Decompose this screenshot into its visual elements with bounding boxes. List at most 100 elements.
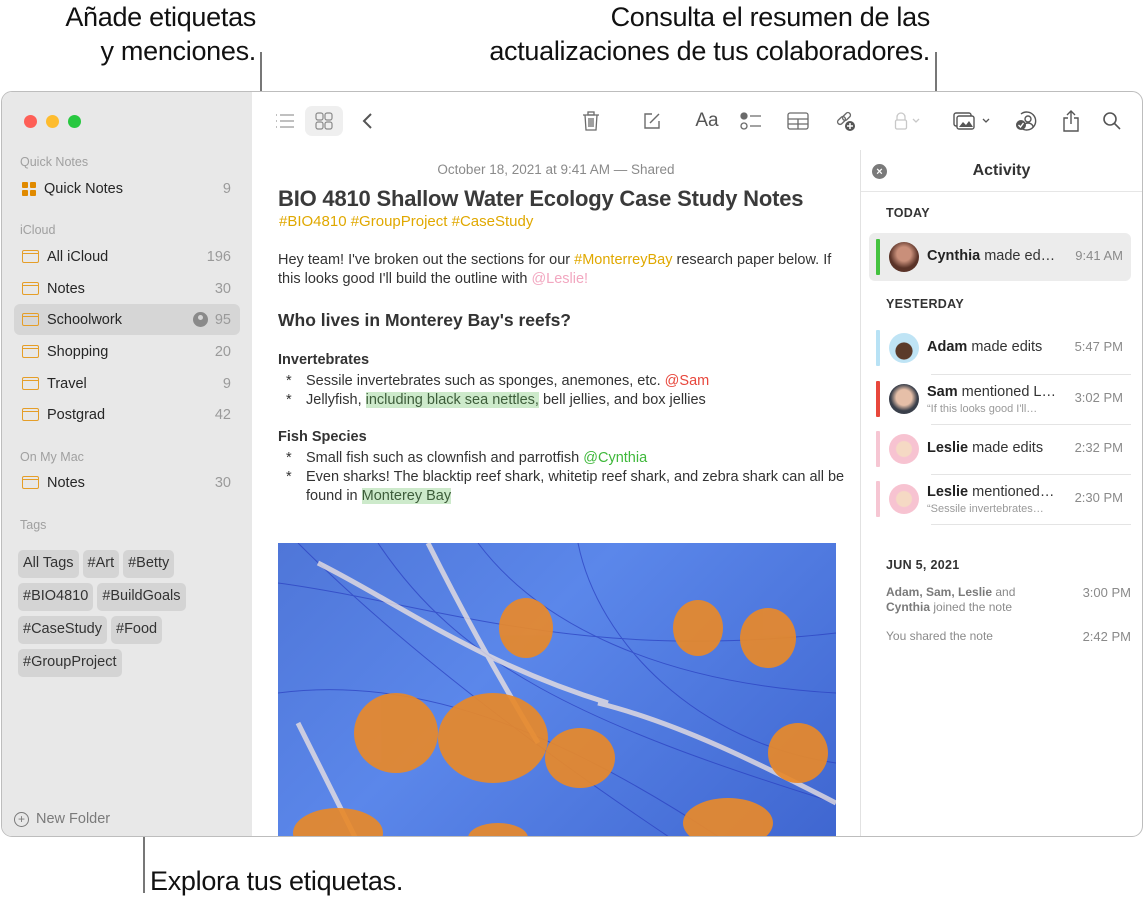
jellyfish-photo[interactable] [278, 543, 836, 836]
gallery-view-button[interactable] [305, 106, 343, 136]
sidebar-item-mac-notes[interactable]: Notes 30 [14, 467, 240, 498]
sidebar-item-label: Shopping [47, 343, 109, 360]
activity-action: made edits [967, 339, 1043, 355]
section-invertebrates: Invertebrates [278, 352, 370, 368]
activity-item[interactable]: Cynthia made ed… 9:41 AM [869, 233, 1131, 281]
list-item: * Even sharks! The blacktip reef shark, … [286, 468, 846, 506]
collaborator-name: Adam [927, 339, 968, 355]
activity-action: joined the note [930, 600, 1013, 614]
list-view-icon [276, 114, 294, 128]
bullet: * [286, 373, 292, 389]
activity-collaborators-icon [1016, 111, 1037, 131]
search-button[interactable] [1100, 106, 1124, 136]
list-view-button[interactable] [272, 106, 298, 136]
hashtag-montereybay[interactable]: #MonterreyBay [574, 252, 672, 268]
activity-quote: “Sessile invertebrates… [927, 503, 1044, 515]
sidebar-item-count: 196 [206, 248, 231, 265]
activity-time: 3:02 PM [1074, 390, 1123, 405]
folder-icon [21, 282, 39, 295]
activity-header: × Activity [861, 150, 1142, 192]
text: and [992, 585, 1016, 599]
section-header-on-my-mac: On My Mac [20, 450, 84, 464]
sidebar-item-shopping[interactable]: Shopping 20 [14, 336, 240, 367]
tag-art[interactable]: #Art [82, 550, 120, 578]
group-header-jun-5-2021: JUN 5, 2021 [886, 558, 960, 572]
tag-betty[interactable]: #Betty [123, 550, 175, 578]
minimize-window-button[interactable] [46, 115, 59, 128]
activity-item: You shared the note 2:42 PM [886, 629, 1131, 644]
sidebar-item-all-icloud[interactable]: All iCloud 196 [14, 241, 240, 272]
callout-line: actualizaciones de tus colaboradores. [489, 36, 930, 66]
activity-item[interactable]: Leslie mentioned… “Sessile invertebrates… [869, 475, 1131, 523]
delete-button[interactable] [578, 106, 604, 136]
table-button[interactable] [785, 106, 811, 136]
collaborate-button[interactable] [832, 106, 858, 136]
callout-line: Añade etiquetas [65, 2, 256, 32]
group-header-today: TODAY [886, 206, 930, 220]
tag-buildgoals[interactable]: #BuildGoals [97, 583, 186, 611]
new-folder-button[interactable]: + New Folder [14, 811, 110, 827]
section-header-icloud: iCloud [20, 223, 56, 237]
jellyfish-illustration [278, 543, 836, 836]
activity-quote: “If this looks good I'll… [927, 403, 1038, 415]
text: Small fish such as clownfish and parrotf… [306, 450, 584, 466]
sidebar-item-postgrad[interactable]: Postgrad 42 [14, 399, 240, 430]
tag-all-tags[interactable]: All Tags [18, 550, 79, 578]
toolbar: Aa [252, 92, 1142, 150]
tag-groupproject[interactable]: #GroupProject [18, 649, 122, 677]
media-button[interactable] [950, 106, 996, 136]
sidebar-item-count: 95 [214, 311, 231, 328]
share-icon [1063, 110, 1079, 132]
checklist-icon [740, 112, 761, 130]
close-window-button[interactable] [24, 115, 37, 128]
activity-item[interactable]: Sam mentioned L… “If this looks good I'l… [869, 375, 1131, 423]
highlighted-edit: Monterey Bay [361, 488, 452, 504]
activity-item[interactable]: Adam made edits 5:47 PM [869, 324, 1131, 372]
sidebar-item-count: 20 [214, 343, 231, 360]
lock-button[interactable] [888, 106, 928, 136]
collaborator-color-bar [876, 431, 880, 467]
activity-time: 2:42 PM [1082, 629, 1131, 644]
activity-collaborators-button[interactable] [1014, 106, 1040, 136]
mention-leslie[interactable]: @Leslie! [531, 271, 588, 287]
activity-action: You shared the note [886, 629, 993, 643]
sidebar-item-schoolwork[interactable]: Schoolwork 95 [14, 304, 240, 335]
search-icon [1103, 112, 1121, 130]
zoom-window-button[interactable] [68, 115, 81, 128]
tag-bio4810[interactable]: #BIO4810 [18, 583, 94, 611]
sidebar-item-count: 9 [222, 180, 231, 197]
activity-item[interactable]: Leslie made edits 2:32 PM [869, 425, 1131, 473]
collaborate-link-icon [836, 111, 855, 131]
mention-sam[interactable]: @Sam [665, 373, 710, 389]
highlighted-edit: including black sea nettles, [365, 392, 539, 408]
callout-line: y menciones. [100, 36, 257, 66]
sidebar-item-travel[interactable]: Travel 9 [14, 368, 240, 399]
avatar-cynthia [889, 242, 919, 272]
tag-casestudy[interactable]: #CaseStudy [18, 616, 107, 644]
collaborator-name: Leslie [927, 484, 969, 500]
sidebar-item-quick-notes[interactable]: Quick Notes 9 [14, 173, 240, 204]
activity-time: 3:00 PM [1082, 585, 1131, 600]
compose-button[interactable] [639, 106, 665, 136]
format-button[interactable]: Aa [692, 106, 722, 136]
note-hashtags[interactable]: #BIO4810 #GroupProject #CaseStudy [279, 213, 533, 230]
sidebar-item-count: 42 [214, 406, 231, 423]
share-button[interactable] [1059, 106, 1083, 136]
back-button[interactable] [356, 106, 380, 136]
sidebar-item-label: Travel [47, 375, 87, 392]
list-item: * Sessile invertebrates such as sponges,… [286, 372, 846, 391]
folder-icon [21, 377, 39, 390]
sidebar-item-notes[interactable]: Notes 30 [14, 273, 240, 304]
collaborator-color-bar [876, 330, 880, 366]
mention-cynthia[interactable]: @Cynthia [583, 450, 647, 466]
activity-time: 2:32 PM [1074, 440, 1123, 455]
sidebar-item-label: Quick Notes [44, 180, 123, 197]
folder-icon [21, 250, 39, 263]
checklist-button[interactable] [738, 106, 764, 136]
collaborator-name: Cynthia [927, 248, 981, 264]
activity-text: Leslie mentioned… [927, 484, 1067, 500]
bullet: * [286, 392, 292, 408]
folder-icon [21, 313, 39, 326]
note-editor[interactable]: October 18, 2021 at 9:41 AM — Shared BIO… [252, 150, 860, 836]
tag-food[interactable]: #Food [111, 616, 163, 644]
